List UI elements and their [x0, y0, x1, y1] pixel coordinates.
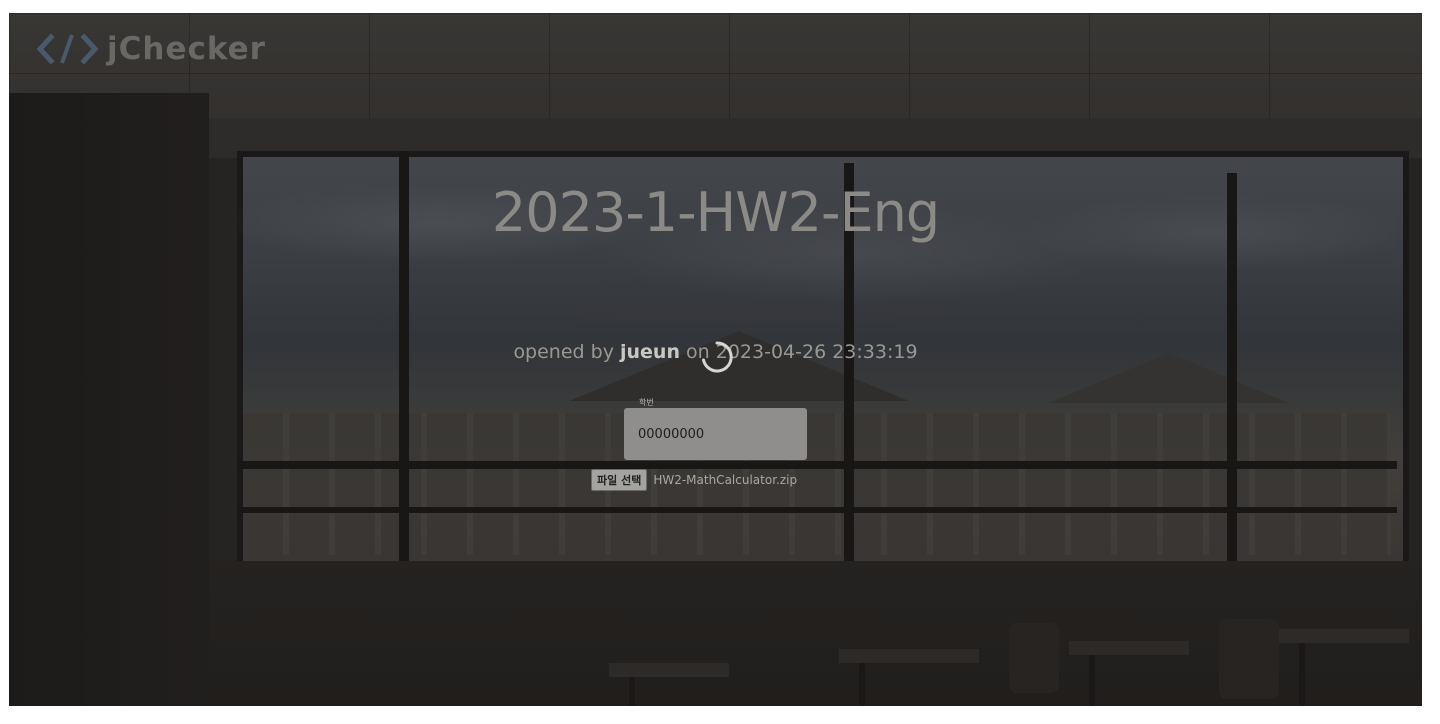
assignment-title: 2023-1-HW2-Eng: [491, 181, 940, 244]
code-brackets-icon: [37, 33, 99, 65]
id-field-label: 학번: [639, 398, 654, 407]
file-chooser[interactable]: 파일 선택 HW2-MathCalculator.zip: [591, 469, 797, 491]
spinner-icon: [702, 341, 733, 373]
student-id-input[interactable]: [624, 408, 807, 460]
page-frame: jChecker 2023-1-HW2-Eng opened by jueun …: [9, 13, 1422, 706]
opened-prefix: opened by: [513, 341, 614, 363]
selected-file-name: HW2-MathCalculator.zip: [653, 473, 798, 487]
opened-timestamp: 2023-04-26 23:33:19: [715, 341, 918, 363]
logo-text: jChecker: [107, 31, 266, 67]
choose-file-button[interactable]: 파일 선택: [591, 469, 648, 491]
author-name: jueun: [620, 341, 680, 363]
logo[interactable]: jChecker: [37, 31, 266, 67]
